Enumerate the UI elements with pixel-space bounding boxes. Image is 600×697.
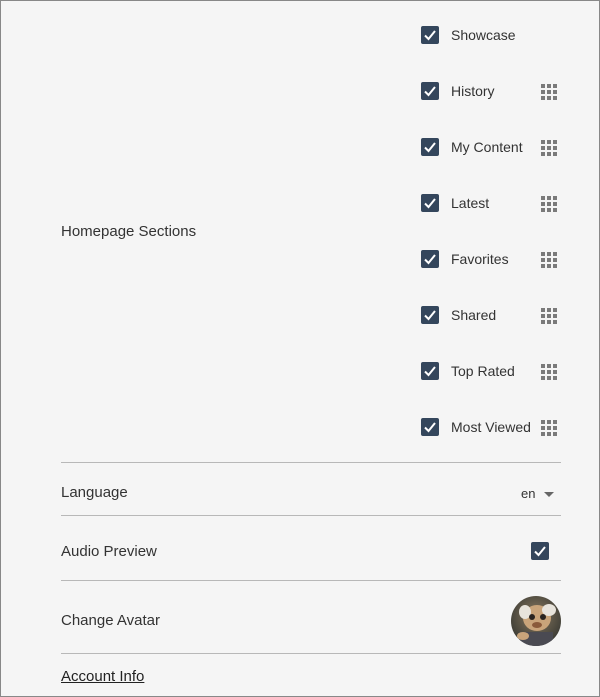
drag-grid-icon[interactable] <box>540 251 558 269</box>
section-item-label: Most Viewed <box>451 419 531 435</box>
section-item-my-content: My Content <box>421 138 561 160</box>
audio-preview-checkbox[interactable] <box>531 542 549 560</box>
change-avatar-label: Change Avatar <box>61 612 160 629</box>
section-item-label: Showcase <box>451 27 516 43</box>
account-info-link[interactable]: Account Info <box>61 668 144 685</box>
section-item-favorites: Favorites <box>421 250 561 272</box>
history-checkbox[interactable] <box>421 82 439 100</box>
section-item-label: Favorites <box>451 251 509 267</box>
section-item-label: Latest <box>451 195 490 211</box>
section-item-history: History <box>421 82 561 104</box>
drag-grid-icon[interactable] <box>540 419 558 437</box>
language-value: en <box>521 486 536 501</box>
drag-grid-icon[interactable] <box>540 363 558 381</box>
my-content-checkbox[interactable] <box>421 138 439 156</box>
checkmark-icon <box>424 254 436 265</box>
section-item-top-rated: Top Rated <box>421 362 561 384</box>
checkmark-icon <box>424 310 436 321</box>
caret-down-icon <box>544 492 554 497</box>
section-item-showcase: Showcase <box>421 26 561 48</box>
divider <box>61 462 561 463</box>
checkmark-icon <box>424 366 436 377</box>
drag-grid-icon[interactable] <box>540 195 558 213</box>
divider <box>61 653 561 654</box>
section-item-label: My Content <box>451 139 523 155</box>
showcase-checkbox[interactable] <box>421 26 439 44</box>
section-item-label: History <box>451 83 495 99</box>
checkmark-icon <box>424 198 436 209</box>
checkmark-icon <box>424 422 436 433</box>
section-item-shared: Shared <box>421 306 561 328</box>
top-rated-checkbox[interactable] <box>421 362 439 380</box>
homepage-sections-label: Homepage Sections <box>61 223 197 240</box>
avatar[interactable] <box>511 596 561 646</box>
section-item-label: Shared <box>451 307 497 323</box>
checkmark-icon <box>424 142 436 153</box>
drag-grid-icon[interactable] <box>540 83 558 101</box>
divider <box>61 580 561 581</box>
favorites-checkbox[interactable] <box>421 250 439 268</box>
settings-panel: Homepage Sections Showcase History My Co… <box>0 0 600 697</box>
drag-grid-icon[interactable] <box>540 307 558 325</box>
section-item-most-viewed: Most Viewed <box>421 418 561 440</box>
checkmark-icon <box>424 30 436 41</box>
drag-grid-icon[interactable] <box>540 139 558 157</box>
checkmark-icon <box>534 546 546 557</box>
language-label: Language <box>61 484 128 501</box>
section-item-label: Top Rated <box>451 363 515 379</box>
audio-preview-label: Audio Preview <box>61 543 157 560</box>
shared-checkbox[interactable] <box>421 306 439 324</box>
most-viewed-checkbox[interactable] <box>421 418 439 436</box>
checkmark-icon <box>424 86 436 97</box>
latest-checkbox[interactable] <box>421 194 439 212</box>
divider <box>61 515 561 516</box>
section-item-latest: Latest <box>421 194 561 216</box>
language-select[interactable]: en <box>513 484 561 504</box>
